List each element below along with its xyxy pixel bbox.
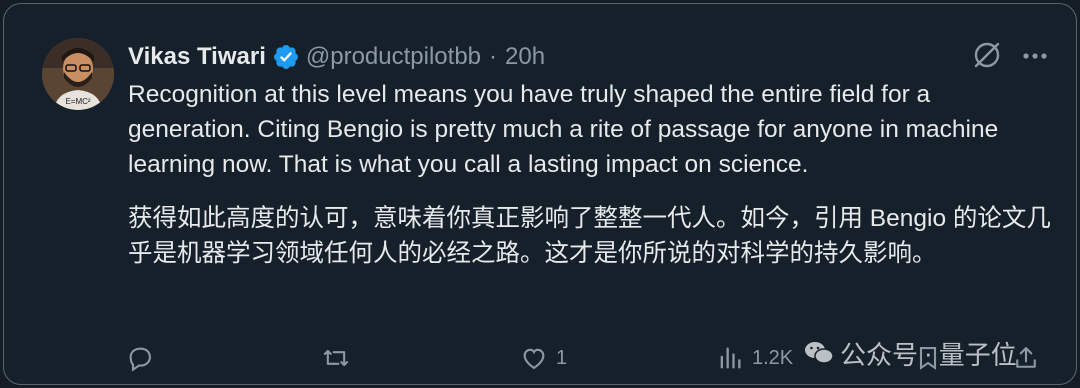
tweet-text-chinese: 获得如此高度的认可，意味着你真正影响了整整一代人。如今，引用 Bengio 的论… — [128, 205, 1051, 267]
reply-icon — [129, 347, 151, 372]
reply-button[interactable] — [126, 338, 154, 378]
watermark-source: 公众号 — [840, 339, 919, 370]
watermark-separator: · — [924, 337, 933, 368]
views-icon — [720, 347, 741, 369]
retweet-button[interactable] — [322, 338, 350, 378]
like-button[interactable]: 1 — [520, 338, 567, 378]
watermark-name: 量子位 — [938, 339, 1017, 370]
views-count: 1.2K — [752, 346, 794, 369]
retweet-icon — [323, 349, 349, 367]
like-icon — [523, 348, 545, 370]
tweet-text-english: Recognition at this level means you have… — [128, 81, 999, 178]
author-name[interactable]: Vikas Tiwari — [128, 43, 266, 71]
svg-text:E=MC²: E=MC² — [65, 97, 90, 106]
more-icon[interactable] — [1020, 44, 1050, 68]
avatar[interactable]: E=MC² — [42, 38, 114, 110]
verified-badge-icon — [273, 45, 298, 69]
header-separator: · — [489, 43, 498, 70]
tweet-card[interactable]: E=MC² Vikas Tiwari @productpilotbb · 20h… — [3, 3, 1077, 385]
grok-icon[interactable] — [970, 38, 1004, 72]
like-count: 1 — [556, 346, 568, 369]
views-button[interactable]: 1.2K — [716, 338, 793, 378]
tweet-header: Vikas Tiwari @productpilotbb · 20h — [128, 40, 545, 74]
watermark: 公众号 · 量子位 — [804, 328, 1017, 378]
author-handle[interactable]: @productpilotbb — [306, 43, 481, 71]
tweet-time[interactable]: 20h — [505, 43, 545, 71]
wechat-icon — [805, 342, 834, 364]
avatar-image: E=MC² — [42, 38, 114, 110]
